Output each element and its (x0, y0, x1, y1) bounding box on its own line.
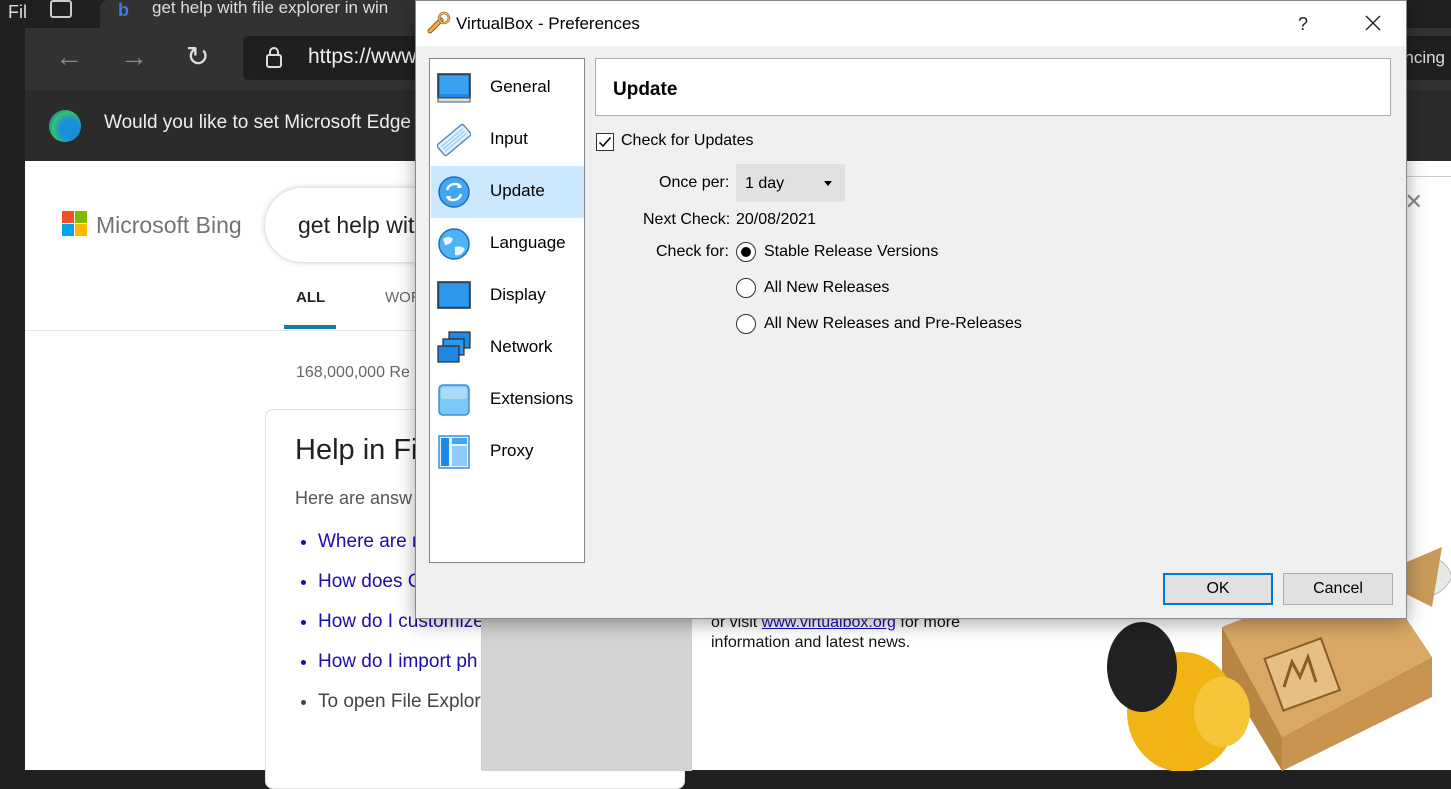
ok-button[interactable]: OK (1163, 573, 1273, 605)
nav-item-proxy[interactable]: Proxy (431, 426, 584, 478)
toolbar-fragment: ncing (1404, 48, 1445, 67)
nav-item-label: General (490, 77, 551, 96)
preferences-dialog: VirtualBox - Preferences ? General Input (415, 0, 1407, 619)
nav-item-label: Input (490, 129, 528, 148)
radio-pre-releases[interactable] (736, 314, 756, 334)
nav-item-general[interactable]: General (431, 62, 584, 114)
radio-selected-dot-icon (741, 247, 751, 257)
tab-all[interactable]: ALL (296, 289, 325, 306)
radio-pre-releases-label[interactable]: All New Releases and Pre-Releases (764, 315, 1022, 333)
ms-logo-square-icon (62, 211, 74, 223)
radio-all-new-releases-label[interactable]: All New Releases (764, 279, 889, 297)
nav-item-label: Language (490, 233, 566, 252)
once-per-select[interactable]: 1 day (736, 164, 845, 202)
general-icon (437, 73, 471, 103)
radio-all-new-releases[interactable] (736, 278, 756, 298)
update-icon (438, 176, 470, 208)
radio-stable-releases-label[interactable]: Stable Release Versions (764, 243, 938, 261)
bing-logo-text: Microsoft Bing (96, 212, 242, 238)
ms-logo-square-icon (75, 211, 87, 223)
once-per-value: 1 day (745, 175, 785, 192)
chevron-down-icon (824, 181, 832, 186)
nav-item-network[interactable]: Network (431, 322, 584, 374)
search-query: get help wit (298, 212, 415, 238)
tab-title: get help with file explorer in win (152, 0, 389, 17)
radio-stable-releases[interactable] (736, 242, 756, 262)
display-icon (437, 281, 471, 309)
nav-item-display[interactable]: Display (431, 270, 584, 322)
nav-item-label: Display (490, 285, 546, 304)
ms-logo-square-icon (62, 224, 74, 236)
check-for-label: Check for: (656, 243, 729, 260)
machine-list-area (482, 617, 692, 771)
browser-tab[interactable]: b get help with file explorer in win (100, 0, 430, 28)
close-icon[interactable]: ✕ (1405, 189, 1423, 215)
nav-item-extensions[interactable]: Extensions (431, 374, 584, 426)
app-menu-fragment: Fil (8, 2, 27, 22)
checkmark-icon (598, 137, 612, 148)
check-for-updates-checkbox[interactable] (596, 133, 614, 151)
answer-heading: Help in Fi (295, 434, 418, 466)
nav-item-label: Extensions (490, 389, 574, 408)
welcome-info: or visit www.virtualbox.org for more inf… (711, 613, 991, 653)
dialog-titlebar[interactable]: VirtualBox - Preferences ? (416, 1, 1406, 46)
nav-item-label: Proxy (490, 441, 534, 460)
answer-subtitle: Here are answ (295, 488, 413, 508)
lock-icon (266, 47, 282, 68)
nav-item-update[interactable]: Update (431, 166, 584, 218)
once-per-label: Once per: (659, 174, 730, 191)
check-for-updates-label[interactable]: Check for Updates (621, 132, 754, 150)
page-title: Update (613, 79, 678, 100)
virtualbox-app-icon (427, 11, 451, 34)
nav-item-language[interactable]: Language (431, 218, 584, 270)
proxy-icon (438, 435, 470, 469)
extensions-icon (438, 384, 470, 416)
edge-logo-icon (49, 110, 81, 142)
banner-text: Would you like to set Microsoft Edge (104, 112, 411, 133)
url-text: https://www (308, 45, 417, 68)
page-header: Update (595, 58, 1391, 116)
ms-logo-square-icon (75, 224, 87, 236)
help-button[interactable]: ? (1288, 10, 1318, 38)
back-icon[interactable]: ← (55, 42, 83, 72)
keyboard-icon (437, 123, 471, 157)
next-check-label: Next Check: (643, 211, 731, 228)
bing-favicon-icon: b (118, 0, 129, 20)
network-icon (437, 331, 471, 363)
nav-item-label: Update (490, 181, 545, 200)
dialog-title: VirtualBox - Preferences (456, 14, 640, 33)
globe-icon (438, 228, 470, 260)
forward-icon[interactable]: → (120, 42, 148, 72)
tab-actions-icon[interactable] (50, 0, 72, 18)
cancel-button[interactable]: Cancel (1283, 573, 1393, 605)
results-count: 168,000,000 Re (296, 364, 410, 381)
nav-item-input[interactable]: Input (431, 114, 584, 166)
refresh-icon[interactable]: ↻ (186, 42, 209, 72)
preferences-nav-list: General Input Update Language Display Ne… (429, 58, 585, 563)
next-check-value: 20/08/2021 (736, 211, 817, 228)
nav-item-label: Network (490, 337, 553, 356)
close-icon[interactable] (1356, 7, 1390, 39)
active-tab-indicator (284, 325, 336, 329)
